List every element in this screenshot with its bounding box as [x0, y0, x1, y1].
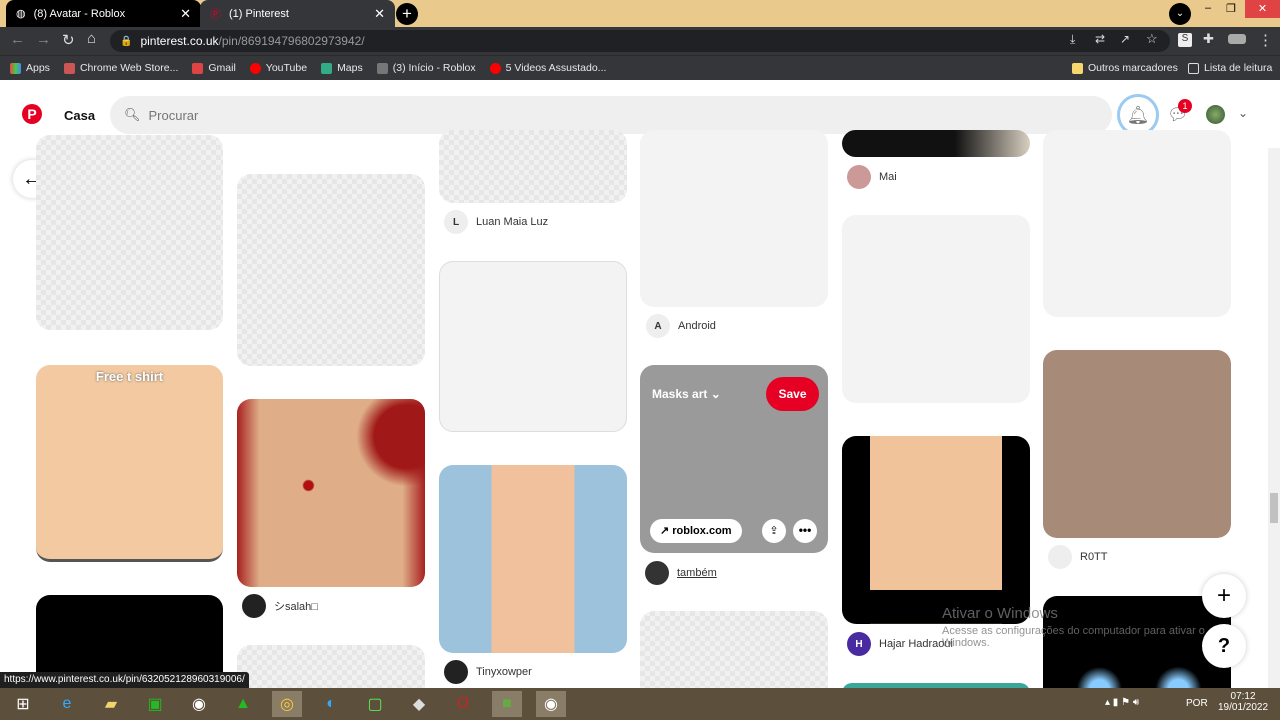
game-icon[interactable]: ▲ — [228, 691, 258, 717]
pin-author[interactable]: H Hajar Hadraoui — [847, 632, 953, 656]
search-icon: 🔍︎ — [124, 107, 141, 122]
pinterest-logo[interactable]: P — [22, 104, 42, 124]
pin-muscle-gray[interactable] — [842, 215, 1030, 403]
file-explorer-icon[interactable]: ▰ — [96, 691, 126, 717]
tab-search-button[interactable]: ⌄ — [1169, 3, 1191, 25]
pin-free-shirt[interactable]: Free t shirt — [36, 365, 223, 562]
pin-muscle-gray[interactable] — [640, 130, 828, 307]
minecraft-icon[interactable]: ■ — [492, 691, 522, 717]
pin-dark[interactable] — [842, 130, 1030, 157]
close-window-button[interactable]: ✕ — [1245, 0, 1280, 18]
bookmark-videos[interactable]: 5 Videos Assustado... — [489, 62, 606, 74]
tray-icons[interactable]: ▴ ▮ ⚑ 🔊︎ — [1105, 697, 1139, 708]
menu-icon[interactable]: ⋮ — [1258, 31, 1273, 49]
board-selector[interactable]: Masks art ⌄ — [652, 387, 721, 401]
download-icon[interactable]: ⤓ — [1070, 32, 1075, 47]
bookmark-apps[interactable]: Apps — [10, 62, 50, 74]
bookmark-webstore[interactable]: Chrome Web Store... — [63, 62, 178, 74]
pin-muscle-brown[interactable] — [1043, 350, 1231, 538]
message-badge: 1 — [1178, 99, 1192, 113]
back-button[interactable]: ← — [10, 31, 25, 48]
minimize-button[interactable]: – — [1205, 2, 1211, 14]
forward-button[interactable]: → — [36, 31, 51, 48]
reload-button[interactable]: ↻ — [62, 31, 75, 49]
pin-muscle-gray[interactable] — [439, 261, 627, 432]
internet-explorer-icon[interactable]: e — [52, 691, 82, 717]
pin-author[interactable]: シsalah□ — [242, 594, 318, 618]
address-bar[interactable]: 🔒 pinterest.co.uk/pin/869194796802973942/ — [110, 30, 1170, 52]
pin-author[interactable]: R0TT — [1048, 545, 1108, 569]
pin-denim-vest[interactable] — [439, 465, 627, 653]
share-icon[interactable]: ↗ — [1120, 32, 1130, 46]
bookmarks-bar: Apps Chrome Web Store... Gmail YouTube M… — [0, 55, 1280, 80]
close-icon[interactable]: ✕ — [374, 6, 385, 22]
pin-author[interactable]: também — [645, 561, 717, 585]
pin-muscle-gray[interactable] — [439, 130, 627, 203]
avatar — [847, 165, 871, 189]
pin-author[interactable]: Mai — [847, 165, 897, 189]
windows-start-icon[interactable]: ⊞ — [8, 691, 38, 717]
avatar — [242, 594, 266, 618]
obs-icon[interactable]: ◉ — [536, 691, 566, 717]
chevron-down-icon[interactable]: ⌄ — [1238, 106, 1248, 120]
pin-muscle-gray[interactable] — [237, 174, 425, 366]
profile-icon[interactable] — [1228, 34, 1246, 44]
source-link[interactable]: ↗ roblox.com — [650, 519, 742, 543]
status-url: https://www.pinterest.co.uk/pin/63205212… — [0, 672, 249, 688]
avatar — [444, 660, 468, 684]
windows-activation-watermark: Ativar o Windows Acesse as configurações… — [942, 605, 1205, 649]
translate-icon[interactable]: ⇄ — [1095, 32, 1105, 46]
roblox-icon[interactable]: ◆ — [404, 691, 434, 717]
bookmark-youtube[interactable]: YouTube — [249, 62, 307, 74]
toolbar: ← → ↻ ⌂ 🔒 pinterest.co.uk/pin/86919479680… — [0, 27, 1280, 55]
extensions-icon[interactable]: ✚ — [1203, 31, 1214, 47]
pin-muscle-blood[interactable] — [237, 399, 425, 587]
share-icon[interactable]: ⇪ — [762, 519, 786, 543]
pin-author[interactable]: L Luan Maia Luz — [444, 210, 548, 234]
pin-muscle-gray[interactable] — [1043, 130, 1231, 317]
reading-list[interactable]: Lista de leitura — [1188, 62, 1272, 74]
more-icon[interactable]: ••• — [793, 519, 817, 543]
home-link[interactable]: Casa — [64, 108, 95, 123]
new-tab-button[interactable]: + — [396, 3, 418, 25]
tab-strip: ◍ (8) Avatar - Roblox ✕ Ⓟ (1) Pinterest ✕ + … — [0, 0, 1280, 27]
lock-icon: 🔒 — [120, 35, 133, 47]
pinterest-icon: Ⓟ — [210, 8, 221, 21]
maximize-button[interactable]: ❐ — [1226, 2, 1236, 15]
bookmark-maps[interactable]: Maps — [321, 62, 363, 74]
pin-muscle-gray[interactable] — [36, 135, 223, 330]
pin-author[interactable]: Tinyxowper — [444, 660, 532, 684]
other-bookmarks[interactable]: Outros marcadores — [1072, 62, 1178, 74]
search-input[interactable]: 🔍︎ Procurar — [110, 96, 1112, 134]
tab-pinterest[interactable]: Ⓟ (1) Pinterest ✕ — [200, 0, 395, 27]
language-indicator[interactable]: POR — [1186, 698, 1208, 709]
avatar — [1048, 545, 1072, 569]
store-icon[interactable]: ▣ — [140, 691, 170, 717]
chrome-icon[interactable]: ◎ — [272, 691, 302, 717]
clock[interactable]: 07:12 19/01/2022 — [1218, 691, 1268, 713]
extension-s-icon[interactable]: S — [1178, 33, 1192, 47]
bookmark-roblox[interactable]: (3) Início - Roblox — [376, 62, 476, 74]
avatar[interactable] — [1206, 105, 1225, 124]
tab-roblox[interactable]: ◍ (8) Avatar - Roblox ✕ — [6, 0, 201, 27]
pin-black-shirt[interactable] — [842, 436, 1030, 624]
pin-masks-art-hovered[interactable]: Masks art ⌄ Save ↗ roblox.com ⇪ ••• — [640, 365, 828, 553]
obs-icon[interactable]: ◉ — [184, 691, 214, 717]
save-button[interactable]: Save — [766, 377, 819, 411]
star-icon[interactable]: ☆ — [1146, 31, 1158, 47]
pin-author[interactable]: A Android — [646, 314, 716, 338]
edge-icon[interactable]: ◐ — [316, 691, 346, 717]
home-button[interactable]: ⌂ — [87, 30, 96, 47]
scrollbar[interactable] — [1268, 148, 1280, 688]
bookmark-gmail[interactable]: Gmail — [192, 62, 236, 74]
avatar — [645, 561, 669, 585]
taskbar: ⊞ e ▰ ▣ ◉ ▲ ◎ ◐ ▢ ◆ O ■ ◉ ▴ ▮ ⚑ 🔊︎ POR 0… — [0, 688, 1280, 720]
close-icon[interactable]: ✕ — [180, 6, 191, 22]
opera-icon[interactable]: O — [448, 691, 478, 717]
globe-icon: ◍ — [16, 8, 26, 20]
app-icon[interactable]: ▢ — [360, 691, 390, 717]
